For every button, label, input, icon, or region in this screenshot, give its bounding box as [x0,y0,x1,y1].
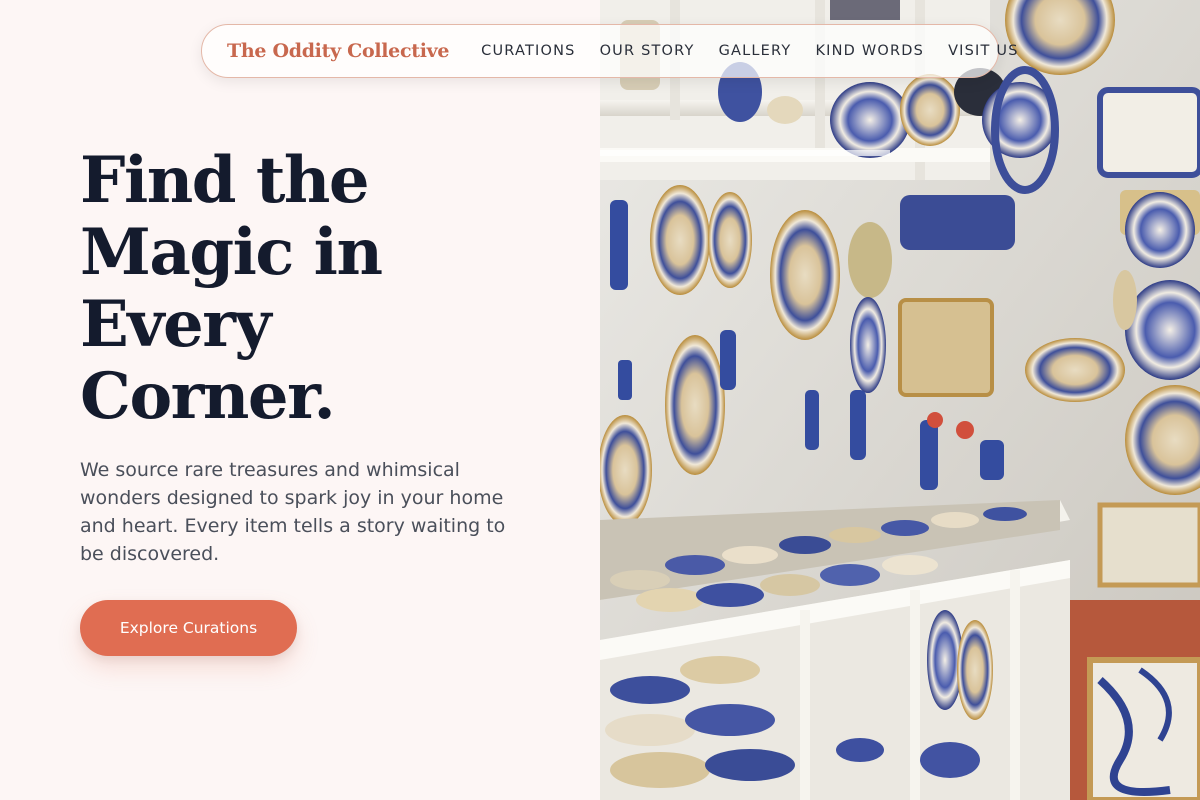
hero-headline: Find the Magic in Every Corner. [80,145,560,433]
headline-line: Find the [80,143,370,218]
nav-link-gallery[interactable]: GALLERY [719,43,792,59]
explore-curations-button[interactable]: Explore Curations [80,600,297,656]
headline-line: Magic in [80,215,383,290]
headline-line: Every [80,287,272,362]
hero-subtext: We source rare treasures and whimsical w… [80,459,506,565]
nav-link-visit-us[interactable]: VISIT US [948,43,1019,59]
hero-image [600,0,1200,800]
nav-link-curations[interactable]: CURATIONS [481,43,575,59]
nav-link-kind-words[interactable]: KIND WORDS [815,43,924,59]
nav-link-our-story[interactable]: OUR STORY [600,43,695,59]
site-logo[interactable]: The Oddity Collective [227,40,449,62]
nav-links: CURATIONS OUR STORY GALLERY KIND WORDS V… [481,43,1018,59]
main-nav: The Oddity Collective CURATIONS OUR STOR… [201,24,1017,78]
headline-line: Corner. [80,359,336,434]
hero-text-panel: Find the Magic in Every Corner. We sourc… [0,0,600,800]
ceramics-shop-photo [600,0,1200,800]
